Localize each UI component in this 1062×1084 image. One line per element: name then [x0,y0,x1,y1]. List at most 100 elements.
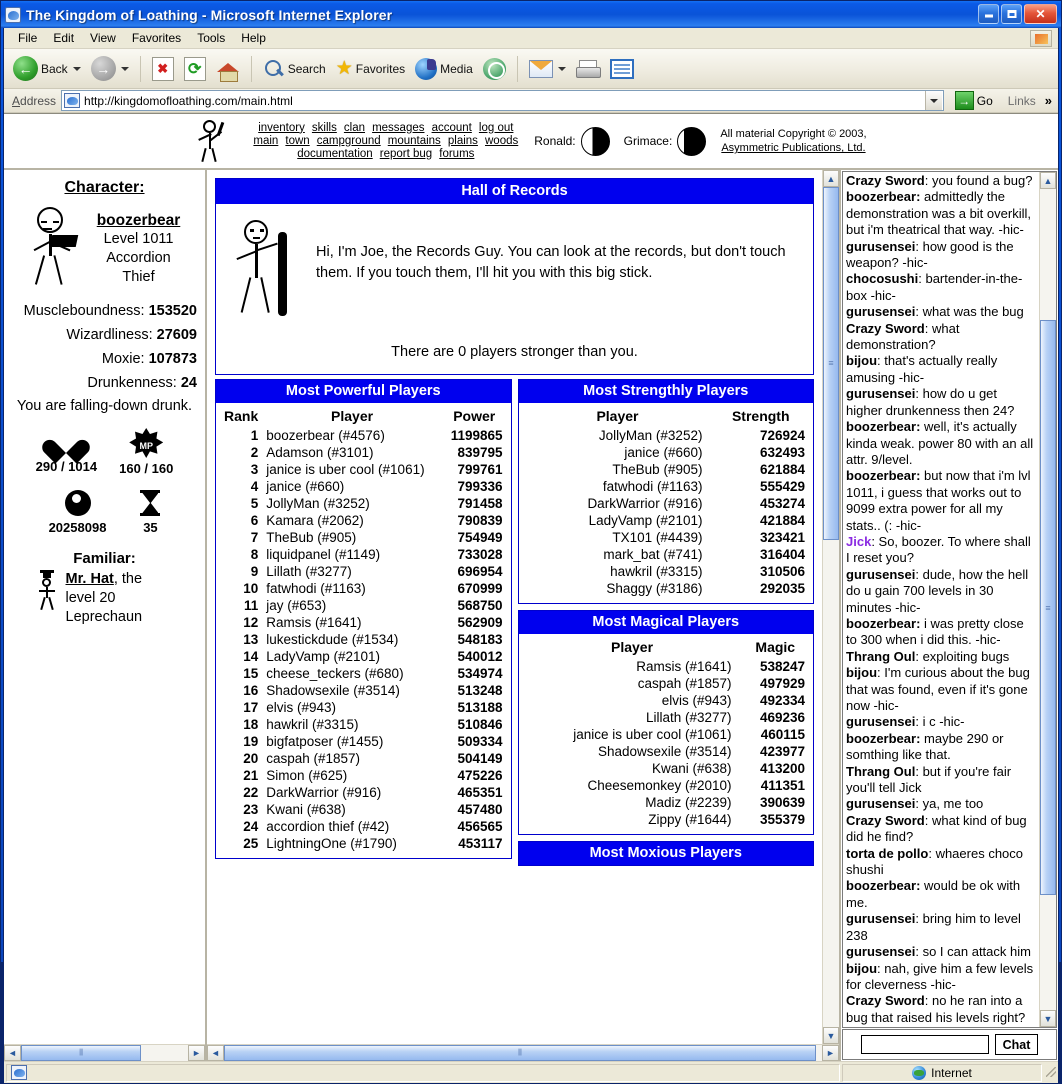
main-frame-hscrollbar[interactable]: ◄ ► [207,1044,839,1061]
hscroll-track[interactable] [224,1045,822,1061]
scroll-down-button[interactable]: ▼ [1040,1010,1056,1027]
title-bar: The Kingdom of Loathing - Microsoft Inte… [1,1,1061,28]
chat-vscrollbar[interactable]: ▲ ▼ [1039,172,1056,1027]
chat-author[interactable]: Thrang Oul [846,649,915,664]
history-button[interactable] [479,52,510,86]
copyright-publisher-link[interactable]: Asymmetric Publications, Ltd. [721,142,865,154]
cell-player: TheBub (#905) [523,461,713,478]
chat-author[interactable]: gurusensei [846,386,915,401]
edit-button[interactable] [606,52,638,86]
nav-campground[interactable]: campground [317,135,381,147]
nav-inventory[interactable]: inventory [258,122,305,134]
nav-report-bug[interactable]: report bug [380,148,432,160]
scroll-up-button[interactable]: ▲ [823,170,839,187]
chat-author[interactable]: gurusensei [846,567,915,582]
history-icon [483,58,506,80]
nav-clan[interactable]: clan [344,122,365,134]
nav-skills[interactable]: skills [312,122,337,134]
toolbar-overflow-icon[interactable]: » [1045,93,1058,108]
links-label[interactable]: Links [1004,94,1040,108]
table-row: Shadowsexile (#3514)423977 [523,743,810,760]
header-player: Player [523,406,713,427]
familiar-name[interactable]: Mr. Hat [66,571,114,587]
cell-rank: 17 [220,699,262,716]
chat-author[interactable]: gurusensei [846,911,915,926]
nav-messages[interactable]: messages [372,122,424,134]
cell-player: Ramsis (#1641) [262,614,442,631]
scroll-left-button[interactable]: ◄ [4,1045,21,1061]
chat-author[interactable]: bijou [846,665,877,680]
search-button[interactable]: Search [259,52,330,86]
nav-logout[interactable]: log out [479,122,514,134]
scroll-down-button[interactable]: ▼ [823,1027,839,1044]
maximize-button[interactable] [1001,4,1022,24]
back-button[interactable]: ← Back [9,52,85,86]
resize-grip[interactable] [1042,1067,1058,1079]
menu-file[interactable]: File [10,29,45,47]
vscroll-track[interactable] [1040,189,1056,1010]
nav-forums[interactable]: forums [439,148,474,160]
chat-author[interactable]: boozerbear: [846,189,920,204]
address-dropdown-button[interactable] [925,91,942,110]
print-button[interactable] [572,52,604,86]
menu-favorites[interactable]: Favorites [124,29,189,47]
chat-author[interactable]: Crazy Sword [846,173,925,188]
nav-plains[interactable]: plains [448,135,478,147]
chat-send-button[interactable]: Chat [995,1034,1039,1055]
character-name[interactable]: boozerbear [97,211,181,230]
go-button[interactable]: → Go [949,91,999,110]
menu-help[interactable]: Help [233,29,274,47]
chat-author[interactable]: Crazy Sword [846,813,925,828]
nav-main[interactable]: main [253,135,278,147]
favorites-button[interactable]: ★ Favorites [332,52,409,86]
chat-author[interactable]: Thrang Oul [846,764,915,779]
chat-author[interactable]: boozerbear: [846,616,920,631]
refresh-button[interactable] [180,52,210,86]
nav-account[interactable]: account [432,122,472,134]
hscroll-thumb[interactable] [224,1045,816,1061]
chat-input[interactable] [861,1035,989,1054]
chat-author[interactable]: chocosushi [846,271,918,286]
chat-author[interactable]: gurusensei [846,304,915,319]
cell-value: 509334 [442,733,507,750]
hscroll-track[interactable] [21,1045,188,1061]
scroll-up-button[interactable]: ▲ [1040,172,1056,189]
forward-button[interactable]: → [87,52,133,86]
chat-author[interactable]: Jick [846,534,871,549]
media-button[interactable]: Media [411,52,477,86]
nav-town[interactable]: town [285,135,309,147]
chat-author[interactable]: boozerbear: [846,468,920,483]
character-frame-hscrollbar[interactable]: ◄ ► [4,1044,205,1061]
nav-documentation[interactable]: documentation [297,148,372,160]
chat-author[interactable]: torta de pollo [846,846,928,861]
menu-edit[interactable]: Edit [45,29,82,47]
vscroll-thumb[interactable] [1040,320,1056,895]
chat-author[interactable]: gurusensei [846,796,915,811]
chat-author[interactable]: gurusensei [846,714,915,729]
vscroll-thumb[interactable] [823,187,839,540]
chat-author[interactable]: Crazy Sword [846,993,925,1008]
nav-mountains[interactable]: mountains [388,135,441,147]
main-frame-vscrollbar[interactable]: ▲ ▼ [822,170,839,1044]
stop-button[interactable] [148,52,178,86]
menu-view[interactable]: View [82,29,124,47]
minimize-button[interactable] [978,4,999,24]
address-input[interactable]: http://kingdomofloathing.com/main.html [61,90,944,111]
close-button[interactable]: ✕ [1024,4,1057,24]
chat-author[interactable]: boozerbear: [846,419,920,434]
vscroll-track[interactable] [823,187,839,1027]
chat-author[interactable]: gurusensei [846,239,915,254]
chat-author[interactable]: bijou [846,353,877,368]
scroll-right-button[interactable]: ► [822,1045,839,1061]
chat-author[interactable]: boozerbear: [846,878,920,893]
mail-button[interactable] [525,52,570,86]
hscroll-thumb[interactable] [21,1045,141,1061]
scroll-right-button[interactable]: ► [188,1045,205,1061]
scroll-left-button[interactable]: ◄ [207,1045,224,1061]
chat-author[interactable]: gurusensei [846,944,915,959]
chat-author[interactable]: boozerbear: [846,731,920,746]
nav-woods[interactable]: woods [485,135,518,147]
menu-tools[interactable]: Tools [189,29,233,47]
chat-author[interactable]: Crazy Sword [846,321,925,336]
home-button[interactable] [212,52,244,86]
